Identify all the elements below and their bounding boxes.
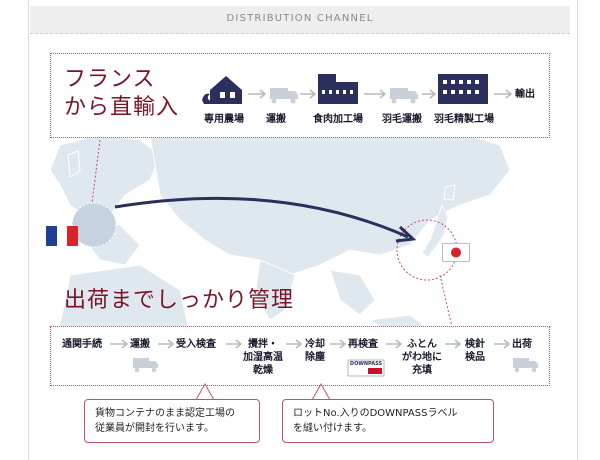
factory-icon: [438, 74, 488, 104]
domestic-step-inspection: 受入検査: [176, 339, 216, 350]
truck-icon: [270, 88, 298, 104]
leader-line-bottom: [439, 274, 453, 328]
callout-downpass-label: ロットNo.入りのDOWNPASSラベル を縫い付けます。: [282, 399, 494, 443]
domestic-step-filling: ふとん がわ地に 充填: [402, 339, 442, 376]
domestic-step-drying: 攪拌・ 加湿高温 乾燥: [243, 339, 283, 376]
import-step-transport: 運搬: [266, 114, 286, 125]
france-flag-icon: [46, 226, 78, 246]
import-step-farm: 専用農場: [204, 114, 244, 125]
import-step-export: 輸出: [515, 89, 535, 100]
domestic-step-reinspection: 再検査: [348, 339, 378, 350]
japan-flag-icon: [442, 243, 470, 262]
callout-container-opening: 貨物コンテナのまま認定工場の 従業員が開封を行います。: [84, 399, 260, 443]
truck-icon: [133, 358, 158, 373]
management-title: 出荷までしっかり管理: [64, 288, 295, 313]
domestic-step-cooling: 冷却 除塵: [305, 339, 325, 363]
truck-icon: [513, 358, 538, 373]
farm-duck-icon: [202, 76, 242, 104]
domestic-step-shipping: 出荷: [512, 339, 532, 350]
domestic-step-customs: 通関手続: [62, 339, 102, 350]
downpass-badge-text: DOWNPASS: [349, 361, 383, 367]
import-step-down-transport: 羽毛運搬: [382, 114, 422, 125]
import-step-refinery: 羽毛精製工場: [434, 114, 494, 125]
import-step-meat-plant: 食肉加工場: [313, 114, 363, 125]
domestic-step-transport: 運搬: [130, 339, 150, 350]
france-highlight-circle: [71, 202, 117, 248]
truck-icon: [390, 88, 418, 104]
import-title-line1: フランス: [64, 67, 156, 92]
import-flow-icons: [202, 74, 513, 104]
factory-icon: [318, 74, 358, 104]
import-title: フランス から直輸入: [64, 66, 179, 122]
import-title-line2: から直輸入: [64, 95, 180, 120]
header-title: DISTRIBUTION CHANNEL: [226, 13, 374, 24]
domestic-step-needle-check: 検針 検品: [465, 339, 485, 363]
